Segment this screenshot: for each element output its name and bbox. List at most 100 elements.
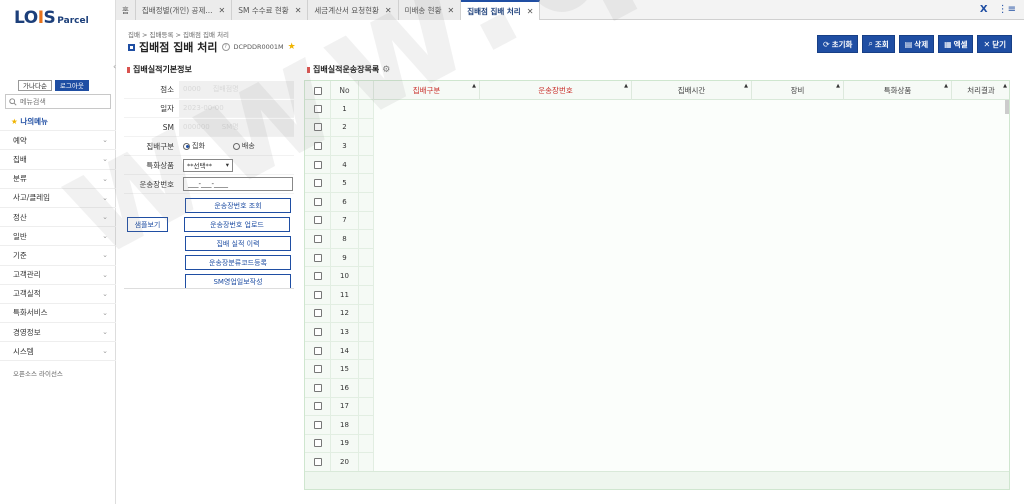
waybill-upload-button[interactable]: 운송장번호 업로드: [184, 217, 290, 232]
row-checkbox[interactable]: [313, 104, 322, 113]
col-time[interactable]: 집배시간 ▲: [632, 81, 752, 100]
sidebar-item[interactable]: 집배 ⌄: [0, 150, 116, 170]
table-row[interactable]: 2: [305, 118, 1009, 138]
table-row[interactable]: 4: [305, 155, 1009, 175]
table-row[interactable]: 3: [305, 137, 1009, 156]
row-checkbox[interactable]: [313, 402, 322, 411]
sidebar-item[interactable]: 일반 ⌄: [0, 227, 116, 247]
waybill-search-button[interactable]: 운송장번호 조회: [185, 198, 291, 213]
table-row[interactable]: 5: [305, 174, 1009, 193]
sidebar-item[interactable]: 예약 ⌄: [0, 131, 116, 151]
close-tab-icon[interactable]: ✕: [219, 6, 226, 15]
close-tab-icon[interactable]: ✕: [385, 6, 392, 15]
table-row[interactable]: 14: [305, 341, 1009, 361]
excel-button[interactable]: ▦ 엑셀: [938, 35, 974, 53]
search-button[interactable]: ⌕ 조회: [862, 35, 895, 53]
tab[interactable]: 홈: [116, 0, 136, 20]
help-icon[interactable]: ?: [221, 43, 230, 51]
row-checkbox[interactable]: [313, 197, 322, 206]
history-button[interactable]: 집배 실적 이력: [185, 236, 291, 251]
table-row[interactable]: 15: [305, 360, 1009, 379]
tab-list-icon[interactable]: ⋮≡: [998, 4, 1016, 15]
row-checkbox[interactable]: [313, 160, 322, 169]
sidebar-item[interactable]: 사고/클레임 ⌄: [0, 189, 116, 208]
table-row[interactable]: 1: [305, 100, 1009, 119]
classify-code-button[interactable]: 운송장분류코드등록: [185, 255, 291, 270]
row-checkbox[interactable]: [313, 346, 322, 355]
open-source-link[interactable]: 오픈소스 라이선스: [13, 368, 63, 378]
row-checkbox[interactable]: [313, 234, 322, 243]
reset-button[interactable]: ⟳ 초기화: [817, 35, 859, 53]
table-row[interactable]: 12: [305, 304, 1009, 324]
favorite-star-icon[interactable]: ★: [288, 42, 296, 52]
table-row[interactable]: 19: [305, 434, 1009, 454]
table-row[interactable]: 20: [305, 453, 1009, 472]
table-row[interactable]: 16: [305, 378, 1009, 398]
sidebar-item[interactable]: 시스템 ⌄: [0, 342, 116, 362]
close-all-tabs-icon[interactable]: X: [980, 4, 988, 15]
row-checkbox[interactable]: [313, 309, 322, 318]
row-checkbox[interactable]: [313, 123, 322, 132]
row-checkbox[interactable]: [313, 272, 322, 281]
table-row[interactable]: 10: [305, 267, 1009, 286]
sidebar-item[interactable]: 정산 ⌄: [0, 208, 116, 228]
table-row[interactable]: 18: [305, 416, 1009, 435]
col-no[interactable]: No: [331, 81, 359, 100]
row-spacer: [359, 118, 374, 138]
row-checkbox[interactable]: [313, 253, 322, 262]
table-row[interactable]: 13: [305, 323, 1009, 342]
close-tab-icon[interactable]: ✕: [295, 6, 302, 15]
special-product-select[interactable]: **선택** ▾: [183, 158, 233, 172]
menu-search-input[interactable]: [20, 97, 110, 106]
row-checkbox-cell: [305, 192, 331, 212]
row-checkbox[interactable]: [313, 216, 322, 225]
waybill-input[interactable]: ___-___-____: [183, 177, 293, 191]
sidebar-item[interactable]: 기준 ⌄: [0, 246, 116, 266]
sidebar-item[interactable]: 특화서비스 ⌄: [0, 304, 116, 324]
col-result[interactable]: 처리결과 ▲: [952, 81, 1009, 100]
sidebar-item[interactable]: 고객실적 ⌄: [0, 285, 116, 304]
col-waybill[interactable]: 운송장번호 ▲: [480, 81, 632, 100]
table-row[interactable]: 8: [305, 230, 1009, 249]
row-checkbox[interactable]: [313, 383, 322, 392]
select-all-checkbox[interactable]: [313, 86, 322, 95]
col-device[interactable]: 장비 ▲: [752, 81, 844, 100]
grid-scrollbar[interactable]: [1005, 100, 1009, 114]
table-row[interactable]: 7: [305, 211, 1009, 231]
table-row[interactable]: 9: [305, 248, 1009, 268]
delete-button[interactable]: ▤ 삭제: [898, 35, 935, 53]
tab[interactable]: 세금계산서 요청현황 ✕: [308, 0, 399, 20]
close-button[interactable]: ✕ 닫기: [977, 35, 1012, 53]
sample-view-button[interactable]: 샘플보기: [127, 217, 168, 232]
sm-daily-report-button[interactable]: SM영업일보작성: [185, 274, 291, 289]
row-checkbox[interactable]: [313, 439, 322, 448]
radio-pickup[interactable]: 집화: [183, 141, 205, 151]
sidebar-item[interactable]: 분류 ⌄: [0, 170, 116, 189]
close-tab-icon[interactable]: ✕: [447, 6, 454, 15]
sidebar-item[interactable]: 고객관리 ⌄: [0, 266, 116, 285]
sidebar-item[interactable]: 경영정보 ⌄: [0, 323, 116, 343]
close-tab-icon[interactable]: ✕: [527, 7, 534, 16]
menu-item-favorite[interactable]: ★ 나의메뉴: [0, 112, 116, 132]
row-checkbox[interactable]: [313, 458, 322, 467]
radio-delivery[interactable]: 배송: [232, 141, 255, 151]
row-checkbox[interactable]: [313, 327, 322, 336]
table-row[interactable]: 11: [305, 285, 1009, 305]
row-checkbox[interactable]: [313, 179, 322, 188]
tab[interactable]: 미배송 현황 ✕: [398, 0, 462, 20]
logout-button[interactable]: 로그아웃: [54, 80, 89, 91]
row-checkbox[interactable]: [313, 141, 322, 150]
table-row[interactable]: 17: [305, 397, 1009, 417]
col-type[interactable]: 집배구분 ▲: [374, 81, 480, 100]
row-checkbox[interactable]: [313, 365, 322, 374]
row-checkbox[interactable]: [313, 290, 322, 299]
gear-icon[interactable]: ⚙: [382, 65, 390, 75]
table-row[interactable]: 6: [305, 192, 1009, 212]
sidebar-collapse-icon[interactable]: ‹: [113, 62, 119, 72]
tab[interactable]: SM 수수료 현황 ✕: [232, 0, 309, 20]
row-checkbox[interactable]: [313, 420, 322, 429]
col-special[interactable]: 특화상품 ▲: [844, 81, 952, 100]
sort-alpha-button[interactable]: 가나다순: [18, 80, 52, 91]
tab[interactable]: 집배정별(개인) 공제... ✕: [135, 0, 233, 20]
tab[interactable]: 집배점 집배 처리 ✕: [461, 0, 541, 20]
